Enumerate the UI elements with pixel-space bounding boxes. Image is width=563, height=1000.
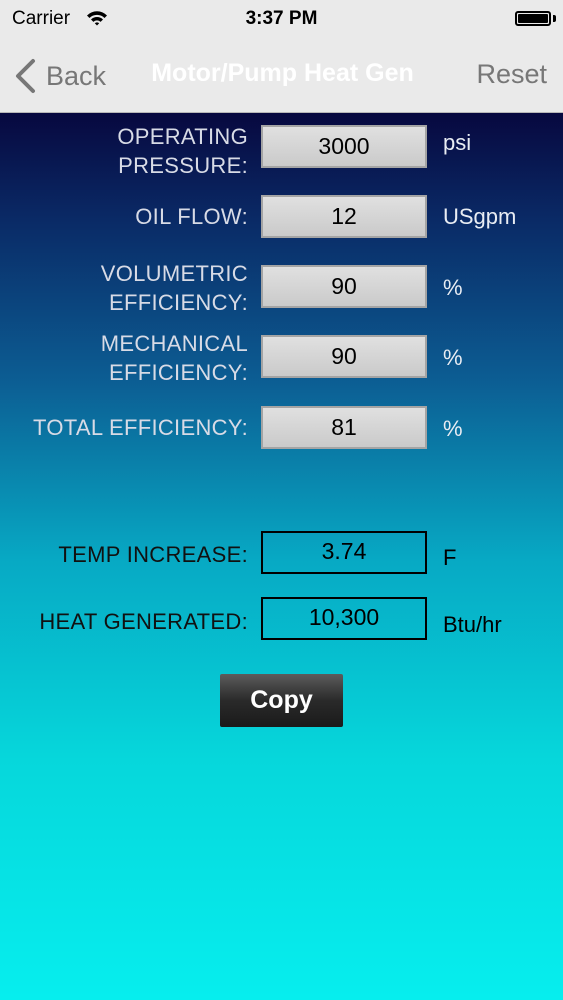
total-efficiency-input[interactable]: 81 bbox=[261, 406, 427, 449]
temp-increase-output: 3.74 bbox=[261, 531, 427, 574]
heat-generated-output: 10,300 bbox=[261, 597, 427, 640]
mechanical-efficiency-input[interactable]: 90 bbox=[261, 335, 427, 378]
heat-generated-unit: Btu/hr bbox=[443, 612, 502, 637]
reset-button[interactable]: Reset bbox=[476, 59, 547, 90]
oil-flow-label: OIL FLOW: bbox=[135, 204, 248, 229]
heat-generated-label: HEAT GENERATED: bbox=[39, 609, 248, 634]
oil-flow-input[interactable]: 12 bbox=[261, 195, 427, 238]
volumetric-efficiency-input[interactable]: 90 bbox=[261, 265, 427, 308]
temp-increase-label: TEMP INCREASE: bbox=[58, 542, 248, 567]
operating-pressure-unit: psi bbox=[443, 130, 472, 155]
volumetric-efficiency-label: VOLUMETRIC EFFICIENCY: bbox=[100, 261, 248, 315]
battery-icon bbox=[515, 11, 551, 26]
battery-tip bbox=[553, 15, 556, 22]
copy-button[interactable]: Copy bbox=[220, 674, 343, 727]
oil-flow-unit: USgpm bbox=[443, 204, 517, 229]
status-time: 3:37 PM bbox=[245, 8, 318, 29]
temp-increase-unit: F bbox=[443, 545, 457, 570]
total-efficiency-unit: % bbox=[443, 416, 463, 441]
chevron-left-icon bbox=[16, 59, 35, 93]
volumetric-efficiency-unit: % bbox=[443, 275, 463, 300]
mechanical-efficiency-unit: % bbox=[443, 345, 463, 370]
mechanical-efficiency-label: MECHANICAL EFFICIENCY: bbox=[100, 331, 248, 385]
back-button[interactable]: Back bbox=[14, 56, 106, 96]
back-label: Back bbox=[46, 60, 107, 91]
page-title: Motor/Pump Heat Gen bbox=[151, 59, 414, 87]
total-efficiency-label: TOTAL EFFICIENCY: bbox=[33, 415, 248, 440]
operating-pressure-label: OPERATING PRESSURE: bbox=[117, 124, 248, 178]
navigation-bar: Carrier 3:37 PM Back Motor/Pump Heat Gen… bbox=[0, 0, 563, 113]
operating-pressure-input[interactable]: 3000 bbox=[261, 125, 427, 168]
